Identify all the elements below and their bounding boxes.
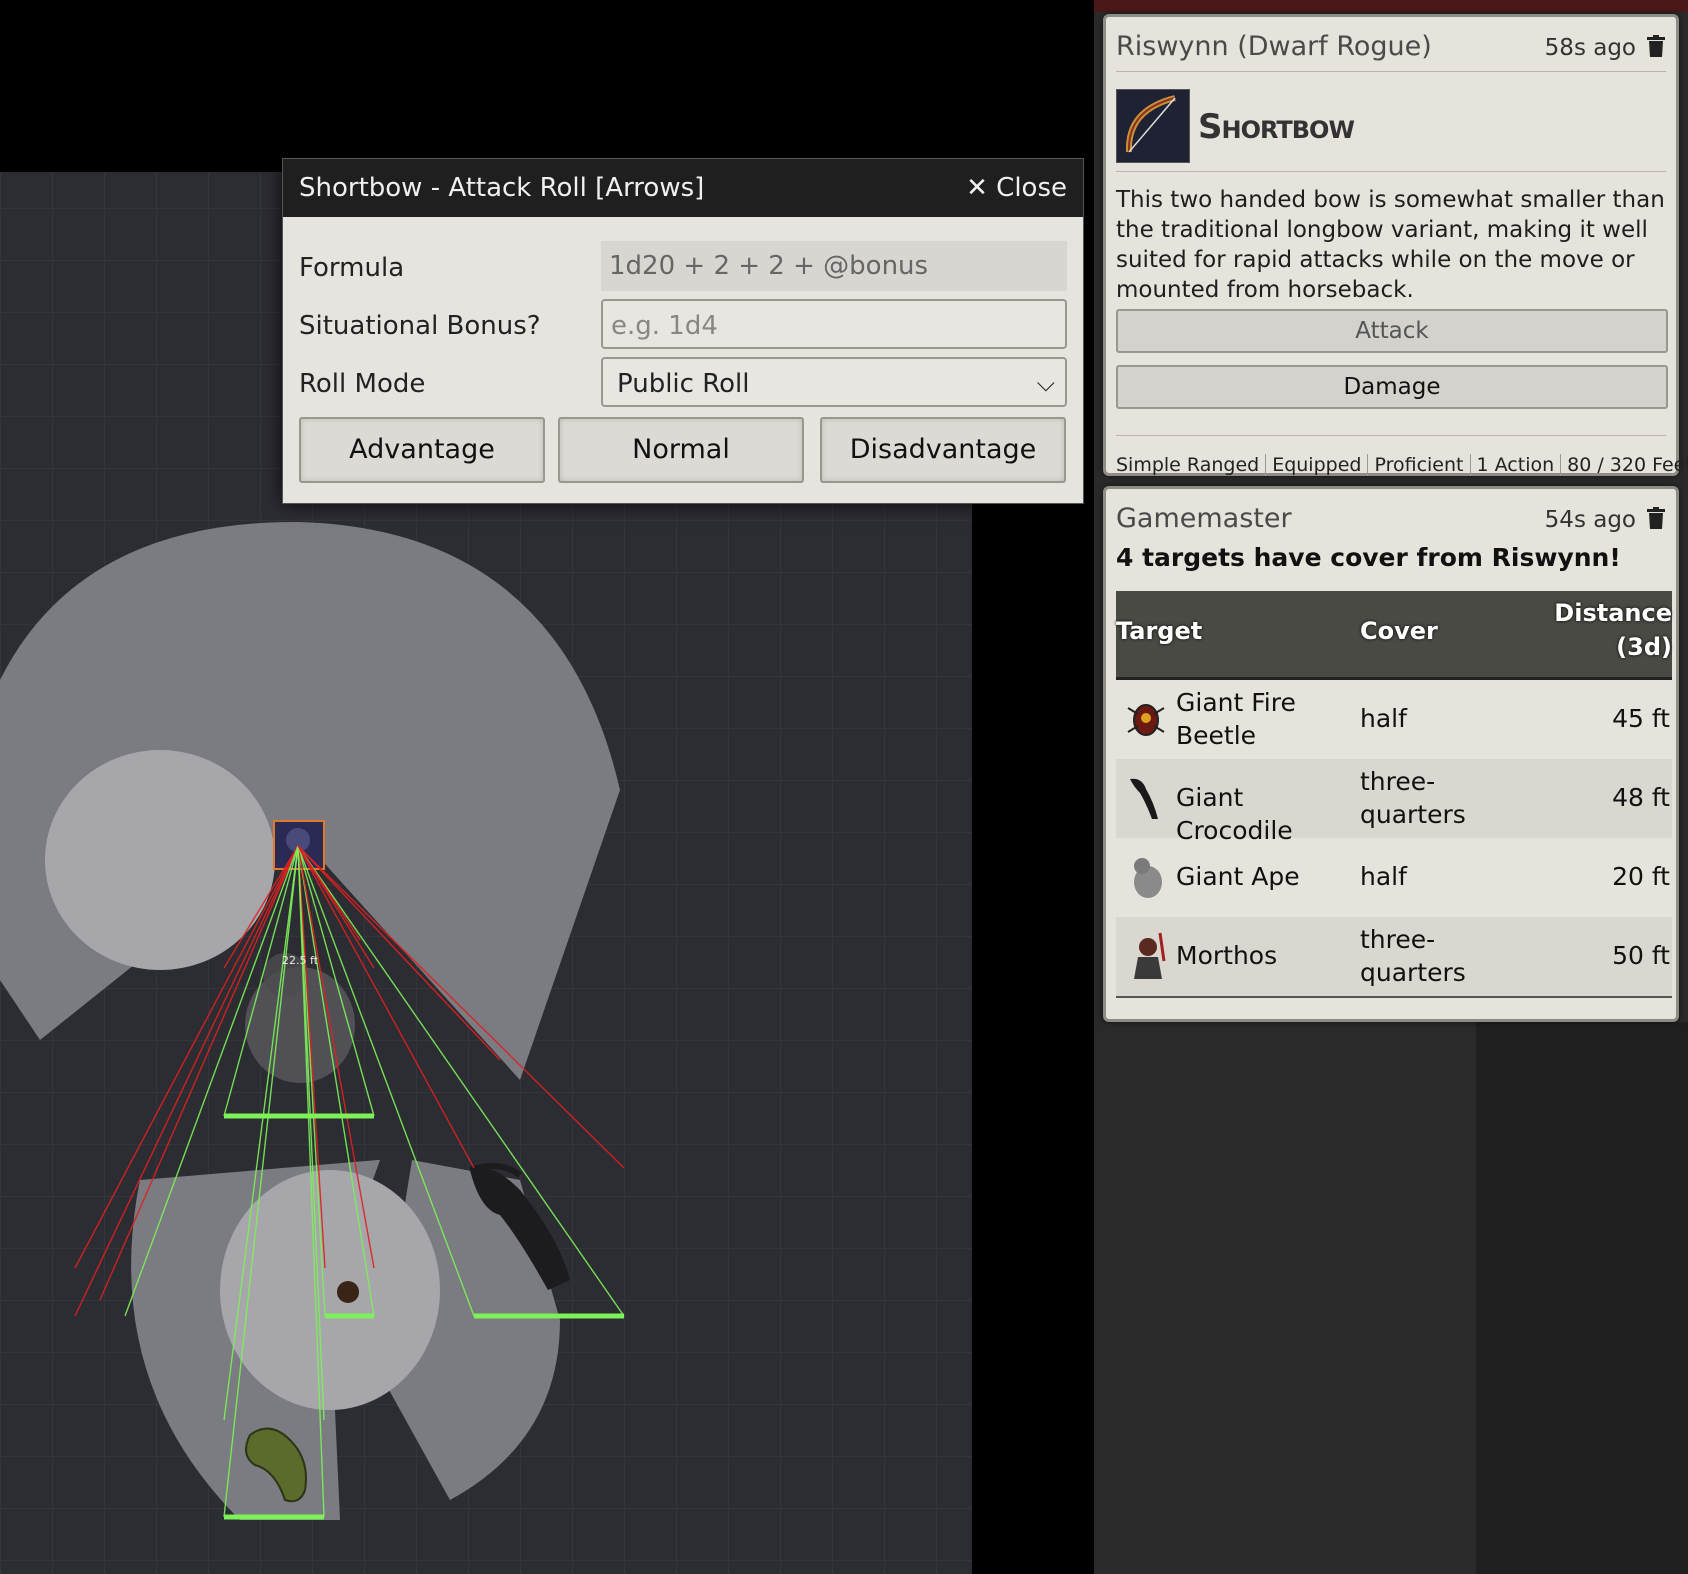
trash-icon[interactable] (1646, 507, 1666, 529)
target-distance: 50 ft (1612, 941, 1670, 970)
item-description: This two handed bow is somewhat smaller … (1116, 187, 1665, 303)
attack-button[interactable]: Attack (1116, 309, 1668, 353)
advantage-button[interactable]: Advantage (299, 417, 545, 483)
tags-divider (1116, 435, 1666, 436)
formula-row: Formula 1d20 + 2 + 2 + @bonus (299, 241, 1067, 293)
target-distance: 20 ft (1612, 862, 1670, 891)
message-speaker: Gamemaster (1116, 503, 1292, 534)
formula-label: Formula (299, 253, 405, 283)
giant-fire-beetle-token[interactable] (337, 1281, 359, 1303)
table-row[interactable]: Morthos three- quarters 50 ft (1116, 917, 1672, 998)
range-label: 22.5 ft (282, 954, 319, 967)
ape-icon (1134, 858, 1162, 898)
item-name[interactable]: Shortbow (1198, 107, 1355, 147)
target-cover: three- (1360, 767, 1436, 796)
tag: Equipped (1266, 454, 1369, 476)
table-row[interactable]: Giant Fire Beetle half 45 ft (1116, 680, 1672, 759)
tag: Simple Ranged (1116, 454, 1267, 476)
target-cover: three- (1360, 925, 1436, 954)
tag: Proficient (1368, 454, 1471, 476)
target-distance: 45 ft (1612, 704, 1670, 733)
message-timestamp: 58s ago (1544, 35, 1636, 61)
message-speaker: Riswynn (Dwarf Rogue) (1116, 31, 1432, 62)
beetle-icon (1127, 704, 1165, 736)
target-name-line2: Beetle (1176, 721, 1257, 750)
cover-message: 4 targets have cover from Riswynn! (1116, 543, 1621, 572)
target-cover-line2: quarters (1360, 800, 1466, 829)
sidebar-top-bar (1094, 0, 1688, 12)
trash-icon[interactable] (1646, 35, 1666, 57)
tag: 1 Action (1470, 454, 1562, 476)
bonus-label: Situational Bonus? (299, 311, 541, 341)
target-name: Morthos (1176, 941, 1278, 970)
table-row[interactable]: Giant Crocodile three- quarters 48 ft (1116, 759, 1672, 845)
normal-button[interactable]: Normal (558, 417, 804, 483)
tag: 80 / 320 Feet (1567, 454, 1688, 476)
target-name: Giant Ape (1176, 862, 1300, 891)
message-timestamp: 54s ago (1544, 507, 1636, 533)
formula-field: 1d20 + 2 + 2 + @bonus (601, 241, 1067, 291)
target-cover-line2: quarters (1360, 958, 1466, 987)
target-name: Giant Fire (1176, 688, 1296, 717)
roll-buttons: Advantage Normal Disadvantage (299, 417, 1067, 485)
header-target: Target (1116, 617, 1203, 645)
header-divider (1116, 71, 1666, 72)
target-cover: half (1360, 704, 1407, 733)
chat-message-item-card: Riswynn (Dwarf Rogue) 58s ago Shortbow T… (1103, 14, 1688, 476)
rollmode-label: Roll Mode (299, 369, 426, 399)
chevron-down-icon: ⌵ (1036, 369, 1055, 397)
attack-roll-dialog: Shortbow - Attack Roll [Arrows] ✕ Close … (282, 158, 1084, 504)
header-distance: Distance (1554, 599, 1672, 627)
sidebar-dark-region (1476, 1022, 1688, 1574)
chat-message-cover-card: Gamemaster 54s ago 4 targets have cover … (1103, 486, 1679, 1022)
bow-icon (1125, 95, 1176, 153)
disadvantage-button[interactable]: Disadvantage (820, 417, 1066, 483)
close-label: Close (996, 173, 1067, 203)
bright-light-lower (220, 1170, 440, 1410)
item-divider (1116, 171, 1666, 172)
close-icon: ✕ (966, 173, 988, 203)
bonus-row: Situational Bonus? e.g. 1d4 (299, 299, 1067, 351)
table-header: Target Cover Distance (3d) (1116, 591, 1672, 680)
close-button[interactable]: ✕ Close (966, 173, 1067, 203)
shortbow-image[interactable] (1116, 89, 1190, 163)
roll-mode-value: Public Roll (617, 369, 750, 399)
target-distance: 48 ft (1612, 783, 1670, 812)
roll-mode-select[interactable]: Public Roll ⌵ (601, 357, 1067, 407)
damage-button[interactable]: Damage (1116, 365, 1668, 409)
situational-bonus-input[interactable]: e.g. 1d4 (601, 299, 1067, 349)
header-cover: Cover (1360, 617, 1438, 645)
rollmode-row: Roll Mode Public Roll ⌵ (299, 357, 1067, 409)
dialog-title: Shortbow - Attack Roll [Arrows] (299, 173, 705, 203)
dialog-header[interactable]: Shortbow - Attack Roll [Arrows] ✕ Close (283, 159, 1083, 217)
warrior-icon (1134, 932, 1166, 979)
header-distance-3d: (3d) (1616, 633, 1672, 661)
crocodile-icon (1130, 778, 1158, 819)
cover-table: Target Cover Distance (3d) Giant Fire Be… (1116, 591, 1672, 998)
table-row[interactable]: Giant Ape half 20 ft (1116, 838, 1672, 917)
bright-light-upper (45, 750, 275, 970)
item-tags: Simple Ranged Equipped Proficient 1 Action 8… (1116, 454, 1688, 476)
target-cover: half (1360, 862, 1407, 891)
